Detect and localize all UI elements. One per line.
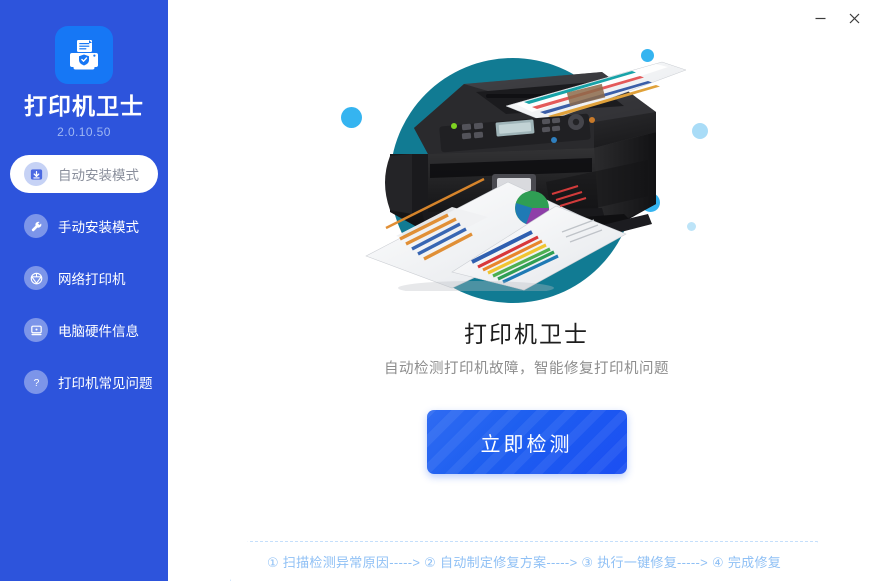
question-mark-icon: ? bbox=[24, 370, 48, 395]
sidebar-item-hardware-info[interactable]: 电脑硬件信息 bbox=[10, 311, 158, 349]
minimize-button[interactable] bbox=[803, 5, 837, 31]
wrench-icon bbox=[24, 214, 48, 239]
page-subtitle: 自动检测打印机故障，智能修复打印机问题 bbox=[384, 361, 669, 377]
page-title: 打印机卫士 bbox=[464, 321, 589, 347]
sidebar-nav: 自动安装模式 手动安装模式 网络打印机 电脑硬件信息 ? 打印机常见问题 bbox=[0, 155, 168, 415]
detect-now-label: 立即检测 bbox=[480, 433, 573, 456]
sidebar-item-manual-install[interactable]: 手动安装模式 bbox=[10, 207, 158, 245]
close-button[interactable] bbox=[837, 5, 871, 31]
main-content: 打印机卫士 自动检测打印机故障，智能修复打印机问题 立即检测 ① 扫描检测异常原… bbox=[168, 0, 885, 581]
monitor-icon bbox=[24, 318, 48, 343]
sidebar-item-label: 打印机常见问题 bbox=[58, 376, 153, 392]
sidebar-item-label: 网络打印机 bbox=[58, 272, 126, 288]
sidebar-item-label: 电脑硬件信息 bbox=[58, 324, 139, 340]
download-box-icon bbox=[24, 162, 48, 187]
app-version: 2.0.10.50 bbox=[57, 125, 111, 140]
sidebar-item-faq[interactable]: ? 打印机常见问题 bbox=[10, 363, 158, 401]
close-icon bbox=[849, 13, 859, 23]
app-window: 打印机卫士 2.0.10.50 自动安装模式 手动安装模式 网络打印机 电脑硬件… bbox=[0, 0, 885, 581]
title-bar bbox=[168, 0, 885, 36]
printer-shield-icon bbox=[64, 35, 104, 75]
steps-text: ① 扫描检测异常原因-----> ② 自动制定修复方案-----> ③ 执行一键… bbox=[266, 555, 782, 570]
steps-banner: ① 扫描检测异常原因-----> ② 自动制定修复方案-----> ③ 执行一键… bbox=[230, 541, 818, 581]
svg-text:?: ? bbox=[33, 378, 39, 389]
app-logo bbox=[55, 26, 113, 84]
sidebar-item-label: 自动安装模式 bbox=[58, 168, 139, 184]
decorative-dot bbox=[692, 123, 708, 139]
decorative-dot bbox=[687, 222, 696, 231]
detect-now-button[interactable]: 立即检测 bbox=[426, 410, 627, 474]
brand-name: 打印机卫士 bbox=[24, 93, 144, 119]
hero-illustration bbox=[168, 18, 885, 303]
printer-photo bbox=[365, 61, 686, 291]
sidebar-item-auto-install[interactable]: 自动安装模式 bbox=[10, 155, 158, 194]
cta-container: 立即检测 bbox=[168, 410, 885, 474]
sidebar-item-label: 手动安装模式 bbox=[58, 220, 139, 236]
sidebar-item-network-printer[interactable]: 网络打印机 bbox=[10, 259, 158, 297]
network-globe-icon bbox=[24, 266, 48, 291]
minimize-icon bbox=[815, 17, 825, 19]
sidebar: 打印机卫士 2.0.10.50 自动安装模式 手动安装模式 网络打印机 电脑硬件… bbox=[0, 0, 168, 581]
